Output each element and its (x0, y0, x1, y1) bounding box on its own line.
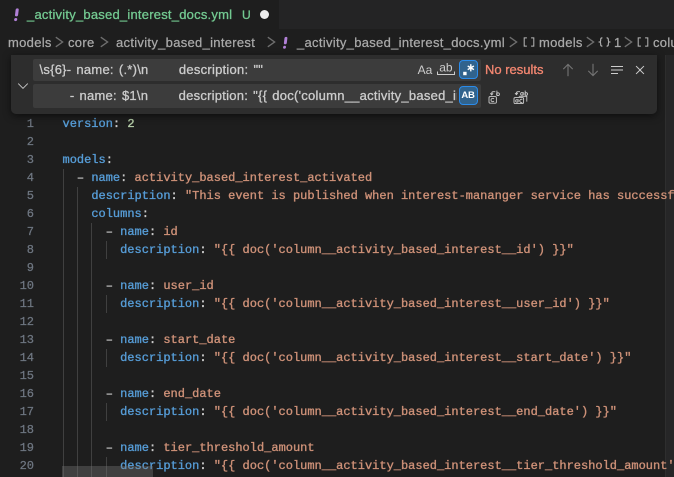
svg-text:ab: ab (439, 61, 453, 75)
